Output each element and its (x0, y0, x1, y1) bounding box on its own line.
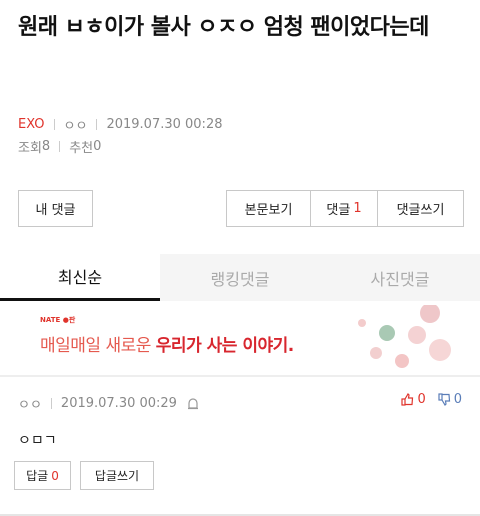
views-label: 조회 (18, 141, 42, 156)
article-meta: EXO ㅇㅇ 2019.07.30 00:28 (18, 115, 222, 134)
comment-date: 2019.07.30 00:29 (60, 396, 177, 411)
author-name: ㅇㅇ (63, 119, 88, 134)
my-comments-button[interactable]: 내 댓글 (18, 190, 93, 227)
comments-label: 댓글 (326, 203, 351, 218)
reply-button[interactable]: 답글 0 (14, 461, 71, 490)
thumbs-down-icon (438, 393, 450, 406)
write-comment-button[interactable]: 댓글쓰기 (378, 190, 464, 227)
article-button-group: 본문보기 댓글 1 댓글쓰기 (226, 190, 464, 227)
comment-tabs: 최신순 랭킹댓글 사진댓글 (0, 254, 480, 301)
recommend-count: 0 (93, 139, 102, 154)
reply-count: 0 (51, 468, 59, 483)
views-count: 8 (41, 139, 51, 154)
comment-actions: 0 0 (401, 392, 462, 407)
write-reply-button[interactable]: 답글쓰기 (80, 461, 154, 490)
recommend-label: 추천 (69, 141, 94, 156)
tab-latest[interactable]: 최신순 (0, 254, 160, 301)
like-button[interactable]: 0 (401, 392, 426, 407)
reply-label: 답글 (26, 469, 49, 483)
thumbs-up-icon (401, 393, 414, 406)
tab-ranking[interactable]: 랭킹댓글 (160, 254, 320, 301)
report-icon[interactable] (187, 397, 199, 410)
dislike-button[interactable]: 0 (438, 392, 462, 407)
write-comment-label: 댓글쓰기 (396, 203, 445, 218)
view-body-label: 본문보기 (244, 203, 293, 218)
divider (53, 119, 55, 130)
banner-text-plain: 매일매일 새로운 (40, 336, 156, 356)
dislike-count: 0 (453, 392, 462, 407)
banner-text-bold: 우리가 사는 이야기. (155, 336, 294, 356)
divider (50, 398, 52, 409)
ad-banner[interactable]: NATE ●판 매일매일 새로운 우리가 사는 이야기. (28, 305, 452, 371)
tab-photo[interactable]: 사진댓글 (320, 254, 480, 301)
category-link[interactable]: EXO (18, 117, 45, 132)
comments-button[interactable]: 댓글 1 (311, 190, 378, 227)
view-body-button[interactable]: 본문보기 (226, 190, 311, 227)
comment-author: ㅇㅇ (18, 398, 42, 413)
section-divider (0, 375, 480, 377)
banner-text: 매일매일 새로운 우리가 사는 이야기. (40, 331, 294, 356)
comments-count: 1 (353, 201, 362, 216)
balloons-image (358, 305, 451, 368)
divider (59, 141, 61, 152)
post-date: 2019.07.30 00:28 (106, 117, 223, 132)
divider (96, 119, 98, 130)
article-title: 원래 ㅂㅎ이가 볼사 ㅇㅈㅇ 엄청 팬이었다는데 (18, 15, 429, 40)
article-stats: 조회 8 추천 0 (18, 137, 101, 156)
nate-pann-logo: NATE ●판 (40, 316, 76, 324)
comment-body: ㅇㅁㄱ (18, 433, 57, 449)
comment-meta: ㅇㅇ 2019.07.30 00:29 (18, 394, 199, 413)
like-count: 0 (417, 392, 426, 407)
